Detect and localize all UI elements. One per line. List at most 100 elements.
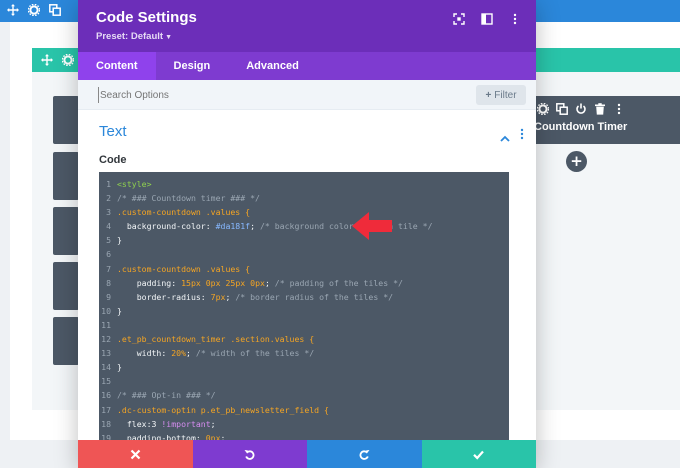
line-number: 4 xyxy=(106,221,111,232)
undo-button[interactable] xyxy=(192,440,307,468)
save-button[interactable] xyxy=(421,440,536,468)
settings-tabs: Content Design Advanced xyxy=(78,52,536,80)
code-line: 5} xyxy=(99,233,509,247)
line-number: 1 xyxy=(106,179,111,189)
code-line: 10} xyxy=(99,304,509,318)
more-icon[interactable] xyxy=(508,12,522,26)
line-number: 6 xyxy=(106,249,111,260)
code-editor[interactable]: 1 <style> 2/* ### Countdown timer ### */ … xyxy=(99,172,509,452)
code-text: .et_pb_countdown_timer .section.values { xyxy=(117,334,315,345)
move-icon[interactable] xyxy=(40,53,54,67)
tab-content[interactable]: Content xyxy=(78,52,156,80)
close-icon xyxy=(130,449,141,459)
redo-button[interactable] xyxy=(307,440,422,468)
line-number: 17 xyxy=(101,404,111,415)
line-number: 9 xyxy=(106,291,111,302)
code-text: } xyxy=(117,235,122,246)
code-text: border-radius: 7px; /* border radius of … xyxy=(117,291,394,302)
check-icon xyxy=(473,450,485,460)
code-text: width: 20%; /* width of the tiles */ xyxy=(117,348,315,359)
line-number: 15 xyxy=(101,376,111,387)
code-text: } xyxy=(117,305,122,316)
code-text: padding: 15px 0px 25px 0px; /* padding o… xyxy=(117,277,403,288)
caret-down-icon: ▼ xyxy=(165,34,172,41)
code-line: 2 /* ### Countdown timer ### */ xyxy=(99,191,509,205)
code-line: 7 .custom-countdown .values { xyxy=(99,262,509,276)
module-block[interactable] xyxy=(53,317,79,365)
code-line: 12 .et_pb_countdown_timer .section.values… xyxy=(99,332,509,346)
module-block[interactable] xyxy=(53,96,79,144)
code-text: .custom-countdown .values { xyxy=(117,263,251,274)
tab-advanced[interactable]: Advanced xyxy=(228,52,317,80)
code-text: flex:3 !important; xyxy=(117,418,216,429)
preset-label: Preset: Default xyxy=(96,31,164,42)
line-number: 7 xyxy=(106,263,111,274)
modal-action-bar xyxy=(78,440,536,468)
code-line: 1 <style> xyxy=(99,177,509,191)
code-text: .custom-countdown .values { xyxy=(117,207,251,218)
code-line: 18 flex:3 !important; xyxy=(99,417,509,431)
preset-dropdown[interactable]: Preset: Default ▼ xyxy=(96,31,172,42)
discard-button[interactable] xyxy=(78,440,193,468)
duplicate-icon[interactable] xyxy=(48,3,62,17)
power-icon[interactable] xyxy=(574,102,588,116)
more-icon[interactable] xyxy=(520,125,524,144)
code-field-label: Code xyxy=(99,154,127,166)
plus-icon: + xyxy=(570,152,583,170)
line-number: 5 xyxy=(106,235,111,246)
line-number: 18 xyxy=(101,418,111,429)
gear-icon[interactable] xyxy=(27,3,41,17)
redo-icon xyxy=(359,449,370,460)
line-number: 10 xyxy=(101,305,111,316)
line-number: 13 xyxy=(101,348,111,359)
code-line: 13 width: 20%; /* width of the tiles */ xyxy=(99,346,509,360)
code-settings-modal: Code Settings Preset: Default ▼ Content D… xyxy=(78,0,536,468)
fullscreen-icon[interactable] xyxy=(452,12,466,26)
code-line: 8 padding: 15px 0px 25px 0px; /* padding… xyxy=(99,276,509,290)
modal-header[interactable]: Code Settings Preset: Default ▼ xyxy=(78,0,536,52)
line-number: 12 xyxy=(101,334,111,345)
line-number: 2 xyxy=(106,193,111,204)
module-block[interactable] xyxy=(53,262,79,310)
code-text: <style> xyxy=(117,179,152,189)
plus-icon: + xyxy=(485,89,492,101)
filter-button[interactable]: + Filter xyxy=(476,85,526,105)
code-text: /* ### Opt-in ### */ xyxy=(117,390,216,401)
module-title: Countdown Timer xyxy=(534,121,628,133)
code-line: 6 xyxy=(99,247,509,261)
modal-title: Code Settings xyxy=(96,9,197,26)
red-arrow-annotation xyxy=(352,212,392,240)
code-line: 14} xyxy=(99,360,509,374)
tab-design[interactable]: Design xyxy=(156,52,229,80)
gear-icon[interactable] xyxy=(61,53,75,67)
text-toggle-header[interactable]: Text xyxy=(78,111,536,147)
code-line: 9 border-radius: 7px; /* border radius o… xyxy=(99,290,509,304)
add-module-button[interactable]: + xyxy=(566,151,587,172)
chevron-up-icon[interactable] xyxy=(500,127,510,146)
code-text: } xyxy=(117,362,122,373)
split-view-icon[interactable] xyxy=(480,12,494,26)
gear-icon[interactable] xyxy=(536,102,550,116)
search-bar: + Filter xyxy=(78,80,536,110)
code-text: /* ### Countdown timer ### */ xyxy=(117,193,260,204)
code-line: 4 background-color: #da181f; /* backgrou… xyxy=(99,219,509,233)
search-input[interactable] xyxy=(98,87,398,103)
line-number: 14 xyxy=(101,362,111,373)
module-block[interactable] xyxy=(53,207,79,255)
code-line: 16 /* ### Opt-in ### */ xyxy=(99,388,509,402)
more-icon[interactable] xyxy=(612,102,626,116)
code-line: 17 .dc-custom-optin p.et_pb_newsletter_fi… xyxy=(99,403,509,417)
code-line: 11 xyxy=(99,318,509,332)
countdown-module[interactable]: Countdown Timer xyxy=(520,96,680,144)
toggle-title: Text xyxy=(99,123,127,140)
move-icon[interactable] xyxy=(6,3,20,17)
code-text: .dc-custom-optin p.et_pb_newsletter_fiel… xyxy=(117,404,329,415)
undo-icon xyxy=(244,449,255,460)
trash-icon[interactable] xyxy=(593,102,607,116)
filter-label: Filter xyxy=(494,89,517,101)
module-block[interactable] xyxy=(53,152,79,200)
line-number: 16 xyxy=(101,390,111,401)
code-line: 15 xyxy=(99,374,509,388)
line-number: 3 xyxy=(106,207,111,218)
duplicate-icon[interactable] xyxy=(555,102,569,116)
